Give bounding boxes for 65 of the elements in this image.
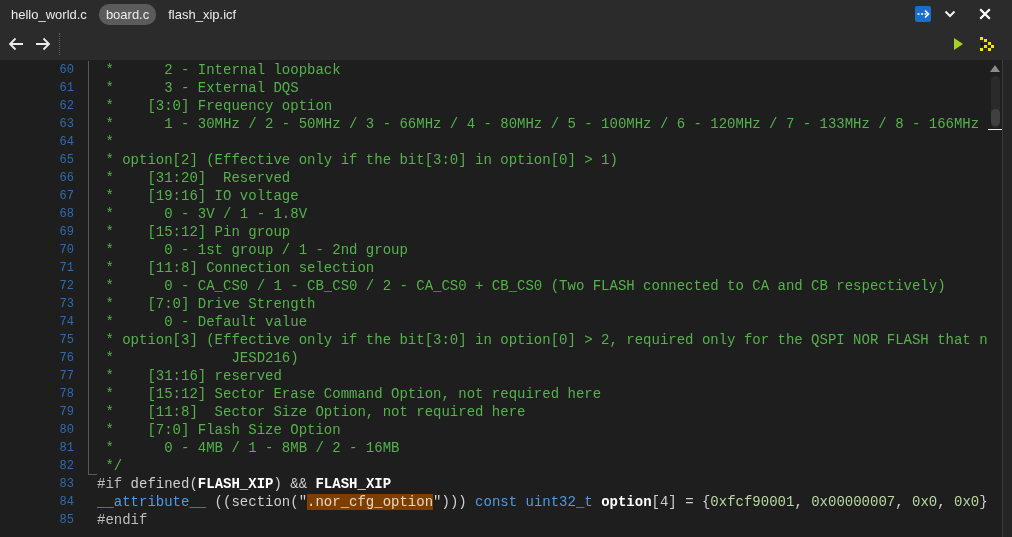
code-line: * [31:16] reserved — [104, 367, 282, 385]
line-number: 79 — [58, 404, 74, 421]
code-line: * 0 - 3V / 1 - 1.8V — [104, 205, 308, 223]
code-line: * 1 - 30MHz / 2 - 50MHz / 3 - 66MHz / 4 - 80MHz / 5 - 100MHz / 6 - 120MHz / 7 - 133MHz / 8 - 166MHz — [104, 115, 980, 133]
code-line: * option[2] (Effective only if the bit[3:0] in option[0] > 1) — [104, 151, 618, 169]
chevron-down-icon[interactable] — [944, 10, 956, 18]
code-line: * option[3] (Effective only if the bit[3:0] in option[0] > 2, required only for the QSPI NOR FLASH that n — [104, 331, 988, 349]
line-number: 61 — [58, 80, 74, 97]
arrow-left-icon[interactable] — [8, 37, 24, 51]
line-number: 75 — [58, 332, 74, 349]
file-tab[interactable]: hello_world.c — [4, 3, 94, 25]
code-line: * — [104, 133, 114, 151]
line-number: 78 — [58, 386, 74, 403]
line-number: 68 — [58, 206, 74, 223]
code-line: * JESD216) — [104, 349, 299, 367]
line-number: 72 — [58, 278, 74, 295]
line-number: 62 — [58, 98, 74, 115]
scroll-up-icon[interactable] — [990, 65, 1000, 72]
line-number: 77 — [58, 368, 74, 385]
file-tab[interactable]: board.c — [98, 3, 157, 25]
line-number: 70 — [58, 242, 74, 259]
code-line: * [3:0] Frequency option — [104, 97, 333, 115]
scrollbar-track[interactable] — [990, 76, 1000, 128]
scrollbar-thumb[interactable] — [990, 109, 1000, 126]
line-number: 66 — [58, 170, 74, 187]
code-line: * [11:8] Sector Size Option, not required here — [104, 403, 526, 421]
line-number: 85 — [58, 512, 74, 529]
code-line: #if defined(FLASH_XIP) && FLASH_XIP — [97, 475, 392, 493]
code-line: * [7:0] Drive Strength — [104, 295, 316, 313]
code-line: * 2 - Internal loopback — [104, 61, 341, 79]
code-line: * 0 - 4MB / 1 - 8MB / 2 - 16MB — [104, 439, 400, 457]
code-line: * [7:0] Flash Size Option — [104, 421, 341, 439]
code-line: * [15:12] Pin group — [104, 223, 291, 241]
code-line: __attribute__ ((section(".nor_cfg_option"))) const uint32_t option[4] = {0xfcf90001, 0x00000007, 0x0, 0x0} — [97, 493, 988, 511]
code-line: * 0 - Default value — [104, 313, 308, 331]
code-line: #endif — [97, 511, 148, 529]
line-number: 69 — [58, 224, 74, 241]
line-number: 73 — [58, 296, 74, 313]
play-icon[interactable] — [954, 38, 963, 50]
line-number: 60 — [58, 62, 74, 79]
code-line: */ — [104, 457, 123, 475]
close-icon[interactable] — [979, 8, 991, 20]
line-number: 81 — [58, 440, 74, 457]
line-number: 71 — [58, 260, 74, 277]
line-number: 82 — [58, 458, 74, 475]
line-number: 74 — [58, 314, 74, 331]
code-line: * [15:12] Sector Erase Command Option, not required here — [104, 385, 602, 403]
line-number: 80 — [58, 422, 74, 439]
line-number: 64 — [58, 134, 74, 151]
line-number: 63 — [58, 116, 74, 133]
line-number: 67 — [58, 188, 74, 205]
file-tab[interactable]: flash_xip.icf — [161, 3, 244, 25]
code-line: * 3 - External DQS — [104, 79, 299, 97]
arrow-right-icon[interactable] — [35, 37, 51, 51]
line-number: 76 — [58, 350, 74, 367]
line-number: 65 — [58, 152, 74, 169]
code-line: * [11:8] Connection selection — [104, 259, 375, 277]
code-line: * [19:16] IO voltage — [104, 187, 299, 205]
code-line: * [31:20] Reserved — [104, 169, 291, 187]
dotted-squares-icon[interactable] — [980, 37, 994, 51]
line-marker — [988, 129, 1002, 130]
code-line: * 0 - CA_CS0 / 1 - CB_CS0 / 2 - CA_CS0 + CB_CS0 (Two FLASH connected to CA and CB respectively) — [104, 277, 946, 295]
code-line: * 0 - 1st group / 1 - 2nd group — [104, 241, 408, 259]
line-number: 84 — [58, 494, 74, 511]
line-number: 83 — [58, 476, 74, 493]
